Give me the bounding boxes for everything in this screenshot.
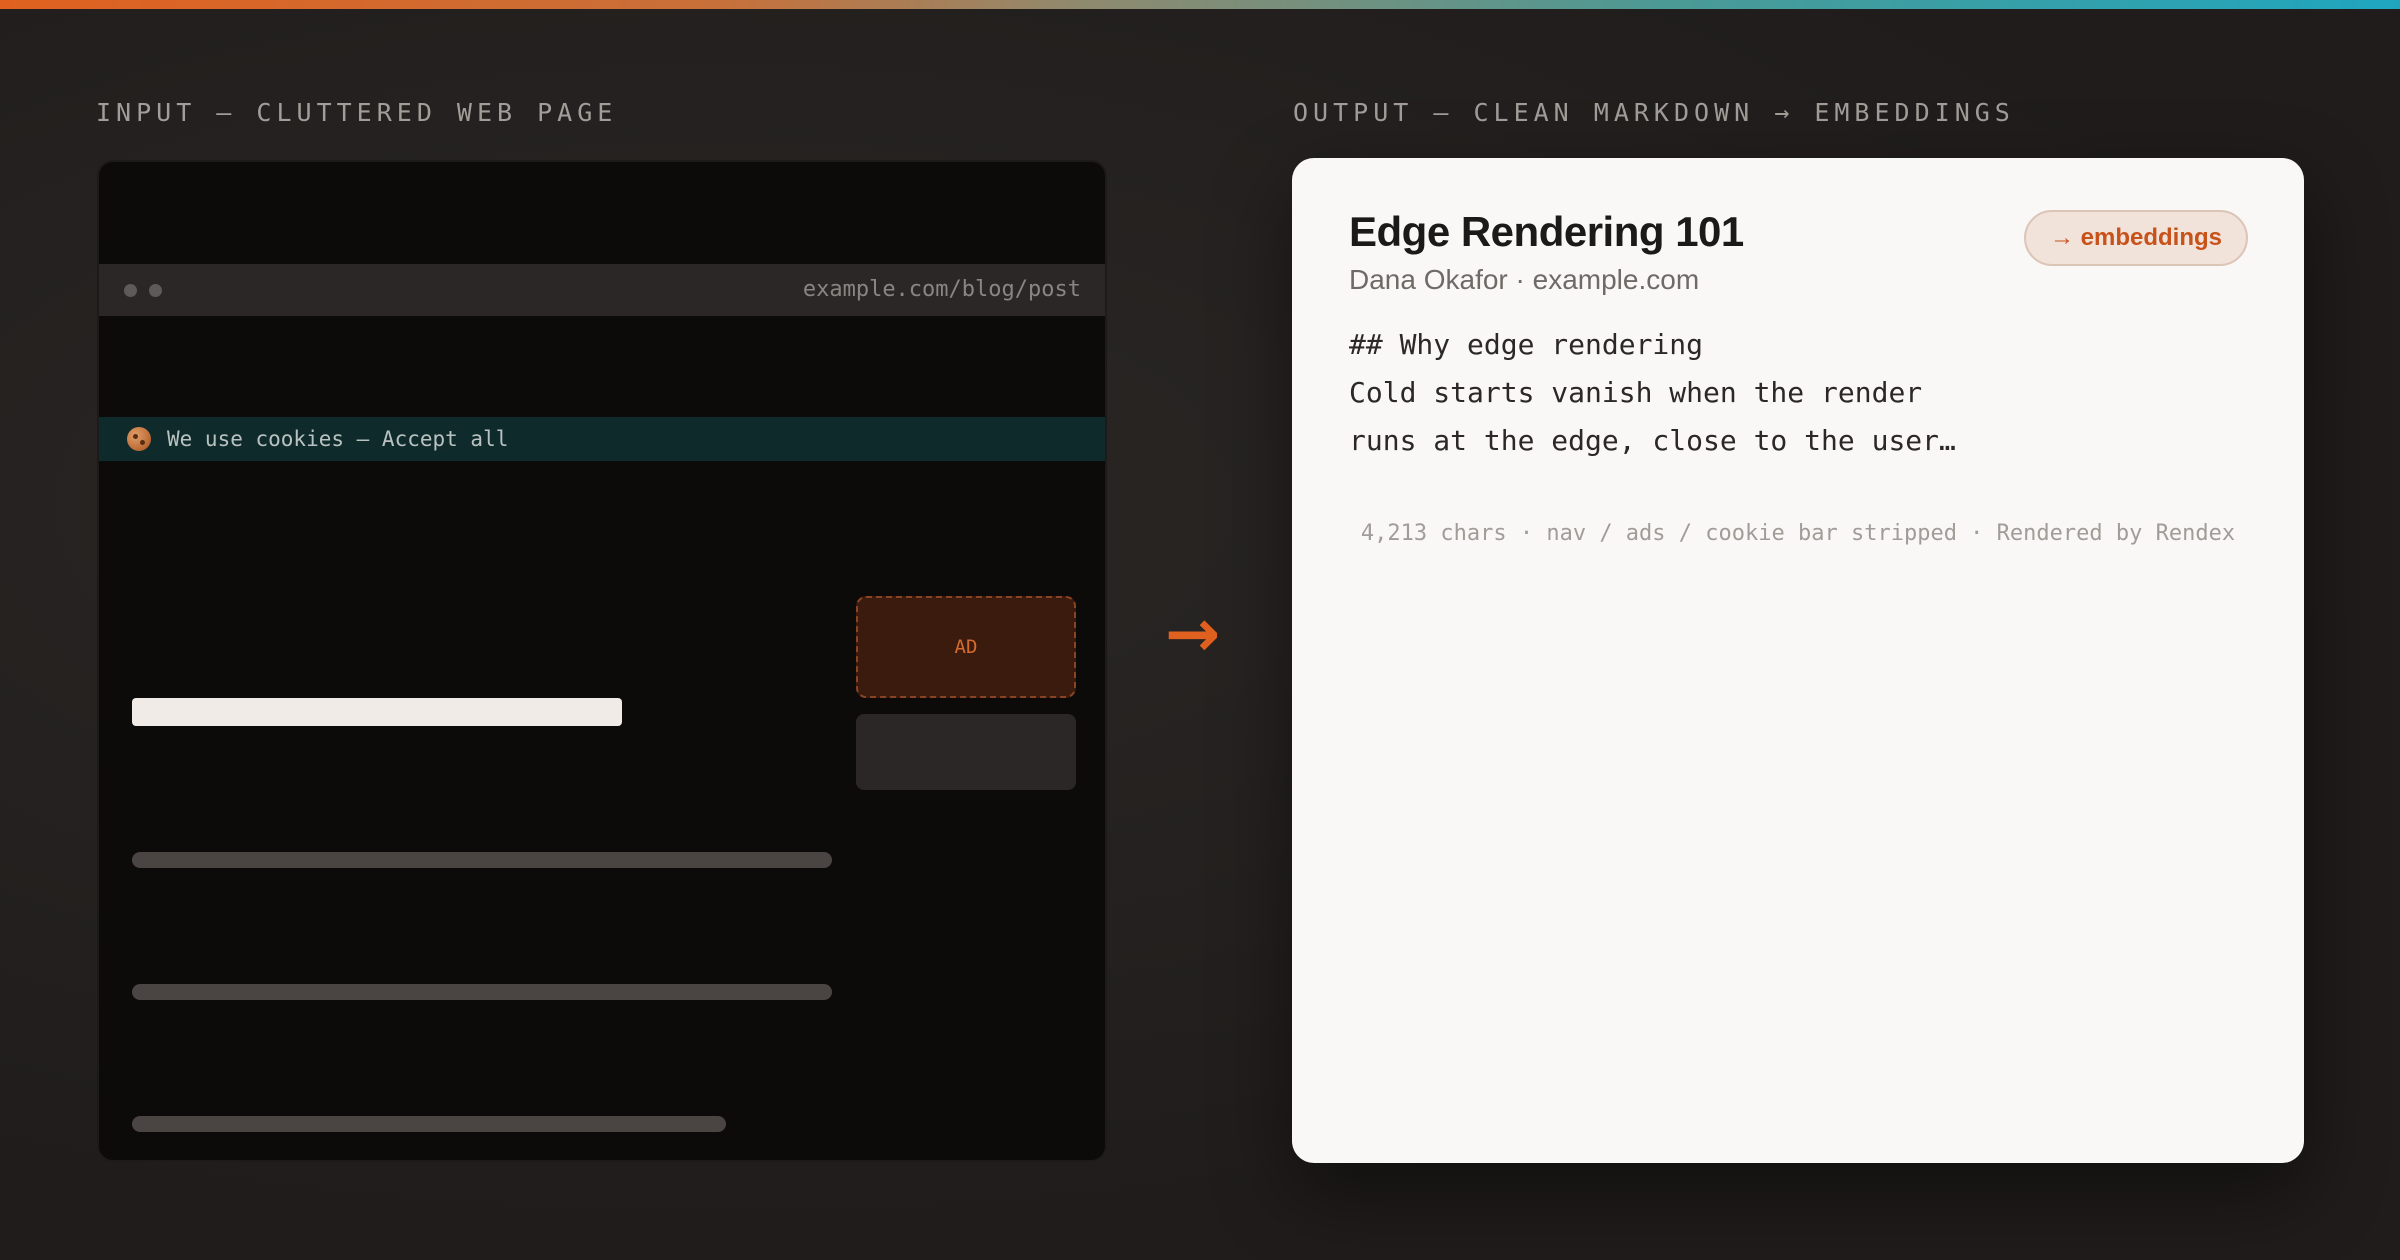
input-section-label: INPUT — CLUTTERED WEB PAGE — [96, 98, 618, 127]
output-section-label: OUTPUT — CLEAN MARKDOWN → EMBEDDINGS — [1293, 98, 2015, 127]
text-line-placeholder — [132, 852, 832, 868]
markdown-line: ## Why edge rendering — [1349, 328, 1704, 361]
arrow-right-icon: → — [1165, 595, 1221, 672]
document-meta: Dana Okafor · example.com — [1349, 264, 1700, 295]
embeddings-chip[interactable]: → embeddings — [2023, 210, 2248, 266]
text-line-placeholder — [132, 1116, 726, 1132]
browser-address-bar: example.com/blog/post — [99, 264, 1105, 316]
window-dot-icon — [149, 284, 162, 297]
markdown-line: Cold starts vanish when the render — [1349, 376, 1923, 409]
window-dot-icon — [124, 284, 137, 297]
cookie-banner[interactable]: We use cookies — Accept all — [99, 417, 1105, 461]
document-title: Edge Rendering 101 — [1349, 208, 1744, 255]
sidebar-placeholder — [856, 714, 1076, 790]
url-text[interactable]: example.com/blog/post — [803, 277, 1081, 302]
ad-placeholder[interactable]: AD — [856, 596, 1076, 698]
cookie-banner-text[interactable]: We use cookies — Accept all — [167, 427, 508, 451]
clean-output-card: Edge Rendering 101 Dana Okafor · example… — [1292, 158, 2304, 1163]
cluttered-browser-window: example.com/blog/post We use cookies — A… — [97, 160, 1107, 1162]
markdown-line: runs at the edge, close to the user… — [1349, 424, 1956, 457]
ad-label: AD — [954, 636, 978, 658]
cookie-icon — [127, 427, 151, 451]
text-line-placeholder — [132, 984, 832, 1000]
article-title-placeholder — [132, 698, 622, 726]
top-gradient-bar — [0, 0, 2400, 9]
stats-footer: 4,213 chars · nav / ads / cookie bar str… — [1360, 521, 2236, 546]
